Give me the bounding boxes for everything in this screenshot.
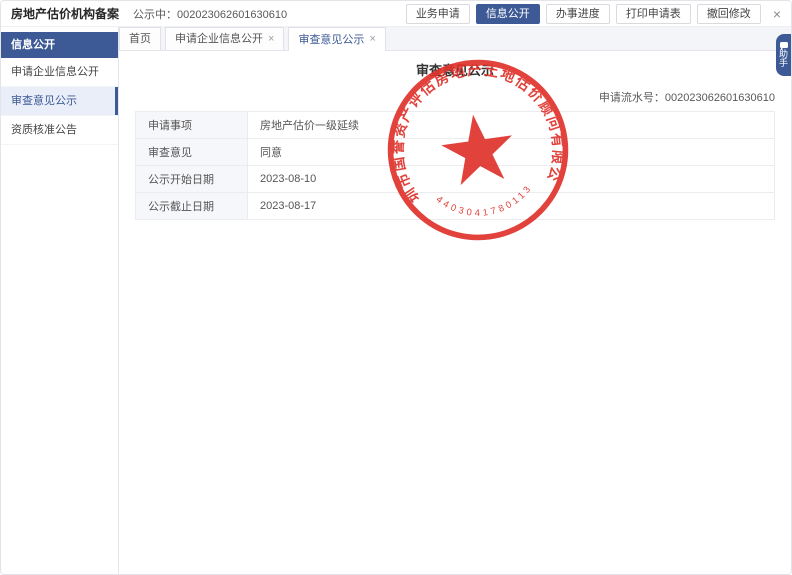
top-header: 房地产估价机构备案 公示中：002023062601630610 业务申请 信息… (1, 1, 791, 27)
withdraw-edit-button[interactable]: 撤回修改 (697, 4, 761, 24)
business-apply-button[interactable]: 业务申请 (406, 4, 470, 24)
content-area: 审查意见公示 申请流水号：002023062601630610 申请事项 房地产… (119, 51, 791, 575)
tab-bar: 首页 申请企业信息公开 × 审查意见公示 × (119, 27, 791, 51)
sidebar: 信息公开 申请企业信息公开 审查意见公示 资质核准公告 (1, 27, 119, 575)
row-value: 同意 (248, 139, 775, 166)
row-value: 2023-08-17 (248, 193, 775, 220)
table-row: 申请事项 房地产估价一级延续 (136, 112, 775, 139)
app-title: 房地产估价机构备案 (11, 5, 119, 22)
publicity-serial-text: 公示中：002023062601630610 (133, 6, 287, 22)
row-value: 房地产估价一级延续 (248, 112, 775, 139)
row-label: 审查意见 (136, 139, 248, 166)
application-serial-label: 申请流水号： (599, 92, 665, 104)
review-info-table: 申请事项 房地产估价一级延续 审查意见 同意 公示开始日期 2023-08-10 (135, 111, 775, 220)
header-actions: 业务申请 信息公开 办事进度 打印申请表 撤回修改 × (406, 4, 781, 24)
info-disclosure-button[interactable]: 信息公开 (476, 4, 540, 24)
app-window: 房地产估价机构备案 公示中：002023062601630610 业务申请 信息… (0, 0, 792, 575)
tab-company-info-label: 申请企业信息公开 (175, 28, 263, 50)
tab-home-label: 首页 (129, 28, 151, 50)
progress-button[interactable]: 办事进度 (546, 4, 610, 24)
tab-close-icon[interactable]: × (268, 34, 274, 45)
table-row: 公示开始日期 2023-08-10 (136, 166, 775, 193)
print-application-button[interactable]: 打印申请表 (616, 4, 691, 24)
tab-home[interactable]: 首页 (119, 27, 161, 50)
tab-review-opinion[interactable]: 审查意见公示 × (288, 27, 385, 51)
application-serial-value: 002023062601630610 (665, 92, 775, 104)
application-serial: 申请流水号：002023062601630610 (119, 89, 791, 105)
assistant-float-button[interactable]: 助手 (776, 34, 791, 76)
sidebar-item-review-opinion[interactable]: 审查意见公示 (1, 87, 118, 116)
tab-review-opinion-label: 审查意见公示 (298, 29, 364, 51)
row-label: 公示开始日期 (136, 166, 248, 193)
body-row: 信息公开 申请企业信息公开 审查意见公示 资质核准公告 首页 申请企业信息公开 … (1, 27, 791, 575)
row-label: 公示截止日期 (136, 193, 248, 220)
chat-bubble-icon (780, 42, 788, 48)
table-row: 公示截止日期 2023-08-17 (136, 193, 775, 220)
tab-close-icon[interactable]: × (369, 34, 375, 45)
main-column: 首页 申请企业信息公开 × 审查意见公示 × 审查意见公示 申请流水号：0020… (119, 27, 791, 575)
tab-company-info[interactable]: 申请企业信息公开 × (165, 27, 284, 50)
close-icon[interactable]: × (773, 7, 781, 21)
row-value: 2023-08-10 (248, 166, 775, 193)
sidebar-header-info-disclosure: 信息公开 (1, 32, 118, 58)
table-row: 审查意见 同意 (136, 139, 775, 166)
sidebar-item-qualification-notice[interactable]: 资质核准公告 (1, 116, 118, 145)
assistant-label: 助手 (779, 50, 789, 68)
sidebar-item-company-info[interactable]: 申请企业信息公开 (1, 58, 118, 87)
row-label: 申请事项 (136, 112, 248, 139)
page-title: 审查意见公示 (119, 60, 791, 79)
